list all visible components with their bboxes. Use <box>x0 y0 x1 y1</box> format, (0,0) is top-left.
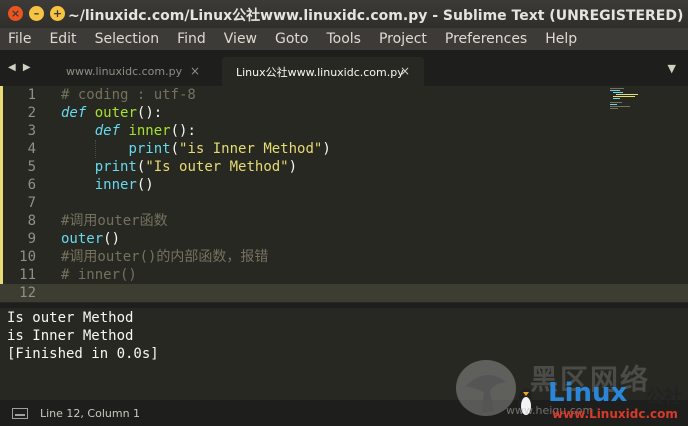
code-token: def <box>94 123 121 139</box>
menu-file[interactable]: File <box>8 31 31 47</box>
minimap[interactable] <box>610 88 650 110</box>
window-title: ~/linuxidc.com/Linux公社www.linuxidc.com.p… <box>68 8 684 24</box>
code-text: outer() <box>61 230 120 248</box>
code-text: print("Is outer Method") <box>61 158 297 176</box>
code-line[interactable]: 5 print("Is outer Method") <box>0 158 600 176</box>
code-text: # coding : utf-8 <box>61 86 196 104</box>
code-text: #调用outer函数 <box>61 212 168 230</box>
line-number: 9 <box>27 231 36 247</box>
code-token: inner <box>128 123 171 139</box>
code-line[interactable]: 10 #调用outer()的内部函数，报错 <box>0 248 600 266</box>
menu-bar: File Edit Selection Find View Goto Tools… <box>0 28 688 50</box>
code-text: def inner(): <box>61 122 196 140</box>
code-token: (): <box>170 123 196 139</box>
output-line: Is outer Method <box>7 310 134 326</box>
code-line[interactable]: 12 <box>0 284 600 302</box>
code-token: ) <box>322 141 331 157</box>
line-number: 2 <box>27 105 36 121</box>
code-editor[interactable]: 1 # coding : utf-8 2 def outer(): 3 def inne… <box>0 86 688 303</box>
code-token: inner <box>94 177 137 193</box>
maximize-window-button[interactable]: + <box>50 6 65 21</box>
code-text: # inner() <box>61 266 137 284</box>
code-token: # coding : utf-8 <box>61 87 196 103</box>
code-token: (): <box>136 105 163 121</box>
indent-guide <box>94 140 96 158</box>
code-token: def <box>61 105 87 121</box>
line-number: 1 <box>27 87 36 103</box>
menu-view[interactable]: View <box>224 31 257 47</box>
line-number: 5 <box>27 159 36 175</box>
tab-www-linuxidc[interactable]: www.linuxidc.com.py × <box>52 57 214 86</box>
line-number: 8 <box>27 213 36 229</box>
line-number: 3 <box>27 123 36 139</box>
code-line[interactable]: 9 outer() <box>0 230 600 248</box>
tab-close-icon[interactable]: × <box>190 64 200 78</box>
code-line[interactable]: 4 print("is Inner Method") <box>0 140 600 158</box>
tab-label: Linux公社www.linuxidc.com.py <box>236 65 404 79</box>
line-number: 12 <box>19 285 36 301</box>
code-line[interactable]: 6 inner() <box>0 176 600 194</box>
menu-tools[interactable]: Tools <box>326 31 361 47</box>
menu-find[interactable]: Find <box>177 31 206 47</box>
menu-help[interactable]: Help <box>545 31 577 47</box>
code-token: ( <box>170 141 180 157</box>
menu-project[interactable]: Project <box>379 31 427 47</box>
cursor-position: Line 12, Column 1 <box>40 407 141 420</box>
menu-selection[interactable]: Selection <box>95 31 160 47</box>
minimize-icon: – <box>33 7 40 20</box>
code-token: ) <box>288 159 298 175</box>
build-output-panel: Is outer Method is Inner Method [Finishe… <box>0 308 688 400</box>
minimize-window-button[interactable]: – <box>29 6 44 21</box>
code-token: #调用outer()的内部函数，报错 <box>61 249 269 265</box>
code-token: "Is outer Method" <box>145 159 289 175</box>
tab-nav-arrows-icon[interactable]: ◀ ▶ <box>8 62 33 73</box>
code-token: print <box>94 159 137 175</box>
code-line[interactable]: 1 # coding : utf-8 <box>0 86 600 104</box>
line-number: 11 <box>19 267 36 283</box>
code-token: # inner() <box>61 267 137 283</box>
code-text: print("is Inner Method") <box>61 140 331 158</box>
menu-edit[interactable]: Edit <box>49 31 76 47</box>
code-line[interactable]: 2 def outer(): <box>0 104 600 122</box>
code-line[interactable]: 11 # inner() <box>0 266 600 284</box>
tab-close-icon[interactable]: × <box>400 64 410 78</box>
tab-strip: ◀ ▶ www.linuxidc.com.py × Linux公社www.lin… <box>0 50 688 86</box>
code-token: outer <box>61 231 104 247</box>
code-token: #调用outer函数 <box>61 213 168 229</box>
tab-dropdown-icon[interactable]: ▼ <box>668 62 676 75</box>
code-token: "is Inner Method" <box>179 141 323 157</box>
code-line[interactable]: 8 #调用outer函数 <box>0 212 600 230</box>
tab-linux-gongshe[interactable]: Linux公社www.linuxidc.com.py × <box>222 57 424 86</box>
maximize-icon: + <box>52 7 63 20</box>
close-window-button[interactable]: × <box>8 6 23 21</box>
status-bar: Line 12, Column 1 <box>0 400 688 426</box>
code-token: print <box>128 141 171 157</box>
title-bar: × – + ~/linuxidc.com/Linux公社www.linuxidc… <box>0 0 688 28</box>
line-number: 10 <box>19 249 36 265</box>
menu-preferences[interactable]: Preferences <box>445 31 527 47</box>
menu-goto[interactable]: Goto <box>275 31 308 47</box>
code-token: outer <box>94 105 137 121</box>
close-icon: × <box>10 7 21 20</box>
code-token: () <box>136 177 154 193</box>
output-line: [Finished in 0.0s] <box>7 346 159 362</box>
code-text: def outer(): <box>61 104 162 122</box>
output-line: is Inner Method <box>7 328 134 344</box>
code-text: #调用outer()的内部函数，报错 <box>61 248 268 266</box>
show-panel-icon[interactable] <box>12 408 28 419</box>
code-line[interactable]: 3 def inner(): <box>0 122 600 140</box>
line-number: 7 <box>27 195 36 211</box>
code-token: () <box>103 231 121 247</box>
line-number: 4 <box>27 141 36 157</box>
line-number: 6 <box>27 177 36 193</box>
code-text: inner() <box>61 176 154 194</box>
tab-label: www.linuxidc.com.py <box>66 65 183 78</box>
code-line[interactable]: 7 <box>0 194 600 212</box>
